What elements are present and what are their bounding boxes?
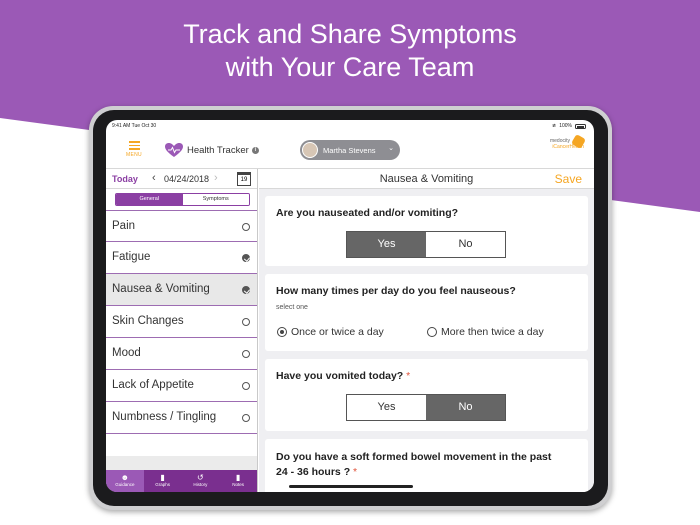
radio-unselected-icon (427, 327, 437, 337)
avatar (302, 142, 318, 158)
question-line-2: 24 - 36 hours ? (276, 466, 351, 478)
symptom-item-skin-changes[interactable]: Skin Changes (106, 306, 257, 338)
status-time: 9:41 AM Tue Oct 30 (112, 123, 157, 129)
date-navigator: Today ‹ 04/24/2018 › 19 (106, 169, 257, 189)
checkmark-circle-icon (242, 286, 250, 294)
symptom-item-nausea-vomiting[interactable]: Nausea & Vomiting (106, 274, 257, 306)
chevron-left-icon[interactable]: ‹ (152, 172, 156, 184)
symptom-item-mood[interactable]: Mood (106, 338, 257, 370)
yes-no-toggle: Yes No (346, 394, 506, 421)
status-circle-icon (242, 414, 250, 422)
heart-icon (165, 143, 183, 157)
status-circle-icon (242, 223, 250, 231)
detail-header: Nausea & Vomiting Save (259, 169, 594, 189)
question-line-1: Do you have a soft formed bowel movement… (276, 451, 552, 463)
symptom-label: Lack of Appetite (112, 379, 194, 391)
tab-label: Guidance (115, 482, 135, 487)
symptom-item-lack-of-appetite[interactable]: Lack of Appetite (106, 370, 257, 402)
yes-option[interactable]: Yes (347, 232, 426, 257)
question-card-nausea: Are you nauseated and/or vomiting? Yes N… (265, 196, 588, 266)
wifi-icon: ≇ (552, 123, 557, 129)
app-screen: 9:41 AM Tue Oct 30 ≇ 100% MENU Health Tr… (106, 120, 594, 492)
status-circle-icon (242, 318, 250, 326)
today-button[interactable]: Today (112, 174, 138, 184)
yes-no-toggle: Yes No (346, 231, 506, 258)
symptom-label: Pain (112, 220, 136, 232)
symptom-label: Mood (112, 347, 141, 359)
symptom-label: Skin Changes (112, 315, 184, 327)
option-label: Once or twice a day (291, 326, 384, 338)
page-title: Nausea & Vomiting (379, 173, 474, 185)
category-segmented-control: General Symptoms (115, 193, 250, 206)
yes-option[interactable]: Yes (347, 395, 426, 420)
sidebar-footer-spacer (106, 456, 257, 470)
symptom-item-fatigue[interactable]: Fatigue (106, 242, 257, 274)
home-indicator[interactable] (289, 485, 413, 488)
current-date: 04/24/2018 (164, 174, 210, 184)
user-selector[interactable]: Martha Stevens ⌄ (300, 140, 400, 160)
radio-selected-icon (277, 327, 287, 337)
symptom-label: Nausea & Vomiting (112, 283, 210, 295)
tab-label: History (193, 482, 208, 487)
tab-notes[interactable]: ▮ Notes (219, 470, 257, 492)
menu-button[interactable]: MENU (124, 139, 144, 163)
headline-line-1: Track and Share Symptoms (183, 19, 517, 49)
question-label: Have you vomited today? (276, 370, 404, 382)
battery-icon (575, 123, 586, 129)
symptom-detail-pane: Nausea & Vomiting Save Are you nauseated… (259, 169, 594, 492)
question-text: Do you have a soft formed bowel movement… (276, 450, 551, 480)
status-right: ≇ 100% (552, 123, 586, 129)
battery-percent: 100% (559, 123, 572, 129)
status-circle-icon (242, 382, 250, 390)
calendar-icon[interactable]: 19 (237, 172, 251, 186)
question-card-vomited: Have you vomited today? * Yes No (265, 359, 588, 431)
question-text: Are you nauseated and/or vomiting? (276, 207, 459, 219)
chevron-down-icon: ⌄ (388, 145, 394, 152)
app-header: MENU Health Tracker i Martha Stevens ⌄ m… (106, 133, 594, 169)
tab-graphs[interactable]: ▮ Graphs (144, 470, 182, 492)
tab-label: Graphs (155, 482, 170, 487)
marketing-headline: Track and Share Symptoms with Your Care … (0, 18, 700, 84)
menu-label: MENU (126, 151, 142, 158)
app-name: Health Tracker (187, 144, 249, 156)
bottom-tab-bar: ☻ Guidance ▮ Graphs ↺ History ▮ Notes (106, 470, 257, 492)
graphs-icon: ▮ (160, 473, 165, 482)
symptom-list: Pain Fatigue Nausea & Vomiting Skin Chan… (106, 210, 257, 434)
question-text: How many times per day do you feel nause… (276, 285, 516, 297)
question-text: Have you vomited today? * (276, 370, 410, 382)
save-button[interactable]: Save (555, 172, 582, 186)
radio-option-once-twice[interactable]: Once or twice a day (277, 326, 384, 338)
symptom-sidebar: Today ‹ 04/24/2018 › 19 General Symptoms… (106, 169, 258, 492)
question-card-frequency: How many times per day do you feel nause… (265, 274, 588, 351)
checkmark-circle-icon (242, 254, 250, 262)
question-hint: select one (276, 304, 308, 311)
symptom-label: Numbness / Tingling (112, 411, 217, 423)
health-tracker-logo: Health Tracker i (164, 142, 259, 158)
tab-history[interactable]: ↺ History (182, 470, 220, 492)
symptom-item-numbness-tingling[interactable]: Numbness / Tingling (106, 402, 257, 434)
user-name: Martha Stevens (323, 145, 376, 155)
history-icon: ↺ (197, 473, 204, 482)
symptom-label: Fatigue (112, 251, 151, 263)
required-marker: * (406, 370, 411, 382)
status-circle-icon (242, 350, 250, 358)
chevron-right-icon[interactable]: › (214, 172, 218, 184)
tab-guidance[interactable]: ☻ Guidance (106, 470, 144, 492)
info-icon[interactable]: i (251, 146, 259, 154)
required-marker: * (353, 466, 358, 478)
no-option[interactable]: No (426, 232, 505, 257)
option-label: More then twice a day (441, 326, 544, 338)
symptom-item-pain[interactable]: Pain (106, 210, 257, 242)
tab-label: Notes (232, 482, 244, 487)
partner-logo: medocity iCancerHealth (550, 133, 587, 150)
notes-icon: ▮ (235, 473, 241, 482)
hamburger-icon (124, 141, 144, 150)
status-bar: 9:41 AM Tue Oct 30 ≇ 100% (106, 120, 594, 133)
no-option[interactable]: No (426, 395, 505, 420)
segment-symptoms[interactable]: Symptoms (182, 194, 249, 205)
segment-general[interactable]: General (116, 194, 183, 205)
radio-option-more-than-twice[interactable]: More then twice a day (427, 326, 544, 338)
guidance-icon: ☻ (120, 473, 130, 482)
headline-line-2: with Your Care Team (225, 52, 475, 82)
